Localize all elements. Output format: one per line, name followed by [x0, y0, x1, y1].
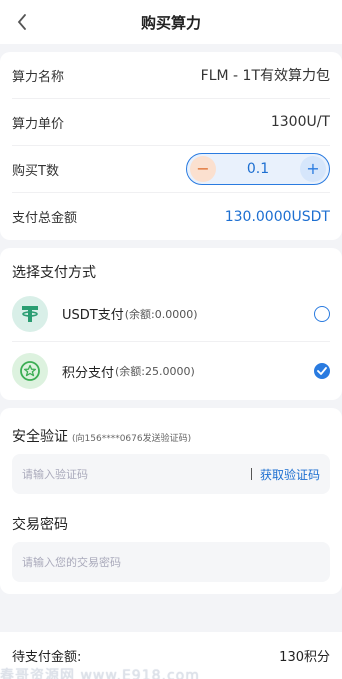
total-row: 支付总金额 130.0000USDT — [12, 193, 330, 240]
total-value: 130.0000USDT — [224, 208, 330, 225]
top-bar: 购买算力 — [0, 0, 342, 44]
decrease-button[interactable]: − — [190, 156, 216, 182]
radio-unchecked-icon[interactable] — [314, 305, 330, 322]
input-divider — [250, 468, 252, 480]
unit-price-row: 算力单价 1300U/T — [12, 99, 330, 146]
payment-option-name: USDT支付 — [62, 308, 124, 323]
unit-price-label: 算力单价 — [12, 116, 65, 132]
payment-method-card: 选择支付方式 USDT支付 (余额:0.0000) 积分支付 (余额:25.00… — [0, 248, 342, 400]
verification-title: 安全验证 — [12, 429, 68, 445]
page-title: 购买算力 — [140, 13, 201, 32]
tether-icon — [12, 295, 48, 332]
quantity-stepper: − 0.1 + — [186, 153, 330, 185]
security-verification-card: 安全验证 (向156****0676发送验证码) 获取验证码 交易密码 — [0, 408, 342, 594]
pending-amount-label: 待支付金额: — [12, 650, 82, 665]
points-star-icon — [12, 353, 48, 389]
verification-code-input[interactable] — [22, 467, 243, 481]
payment-option-points[interactable]: 积分支付 (余额:25.0000) — [12, 342, 330, 400]
increase-button[interactable]: + — [299, 156, 326, 182]
total-label: 支付总金额 — [12, 211, 78, 226]
package-name-value: FLM - 1T有效算力包 — [200, 68, 330, 84]
verification-hint: (向156****0676发送验证码) — [72, 434, 192, 444]
verification-header: 安全验证 (向156****0676发送验证码) — [12, 408, 330, 450]
chevron-left-icon — [17, 14, 26, 30]
trade-password-box — [12, 542, 330, 582]
radio-checked-icon[interactable] — [314, 363, 330, 379]
watermark: 春哥资源网 www.E918.com — [0, 668, 200, 679]
package-name-label: 算力名称 — [12, 69, 65, 85]
trade-password-title: 交易密码 — [12, 517, 68, 533]
payment-section-title: 选择支付方式 — [12, 265, 96, 281]
unit-price-value: 1300U/T — [270, 114, 330, 130]
quantity-value[interactable]: 0.1 — [247, 161, 269, 177]
quantity-label: 购买T数 — [12, 163, 59, 179]
payment-option-usdt[interactable]: USDT支付 (余额:0.0000) — [12, 286, 330, 342]
payment-option-name: 积分支付 — [62, 365, 115, 381]
verification-code-box: 获取验证码 — [12, 454, 330, 494]
pending-amount-value: 130积分 — [279, 650, 330, 665]
get-code-button[interactable]: 获取验证码 — [260, 466, 320, 483]
quantity-row: 购买T数 − 0.1 + — [12, 146, 330, 193]
back-button[interactable] — [12, 10, 32, 34]
payment-option-balance: (余额:25.0000) — [115, 365, 195, 378]
payment-option-balance: (余额:0.0000) — [124, 307, 198, 321]
trade-password-input[interactable] — [22, 555, 320, 569]
order-info-card: 算力名称 FLM - 1T有效算力包 算力单价 1300U/T 购买T数 − 0… — [0, 52, 342, 240]
package-name-row: 算力名称 FLM - 1T有效算力包 — [12, 52, 330, 99]
